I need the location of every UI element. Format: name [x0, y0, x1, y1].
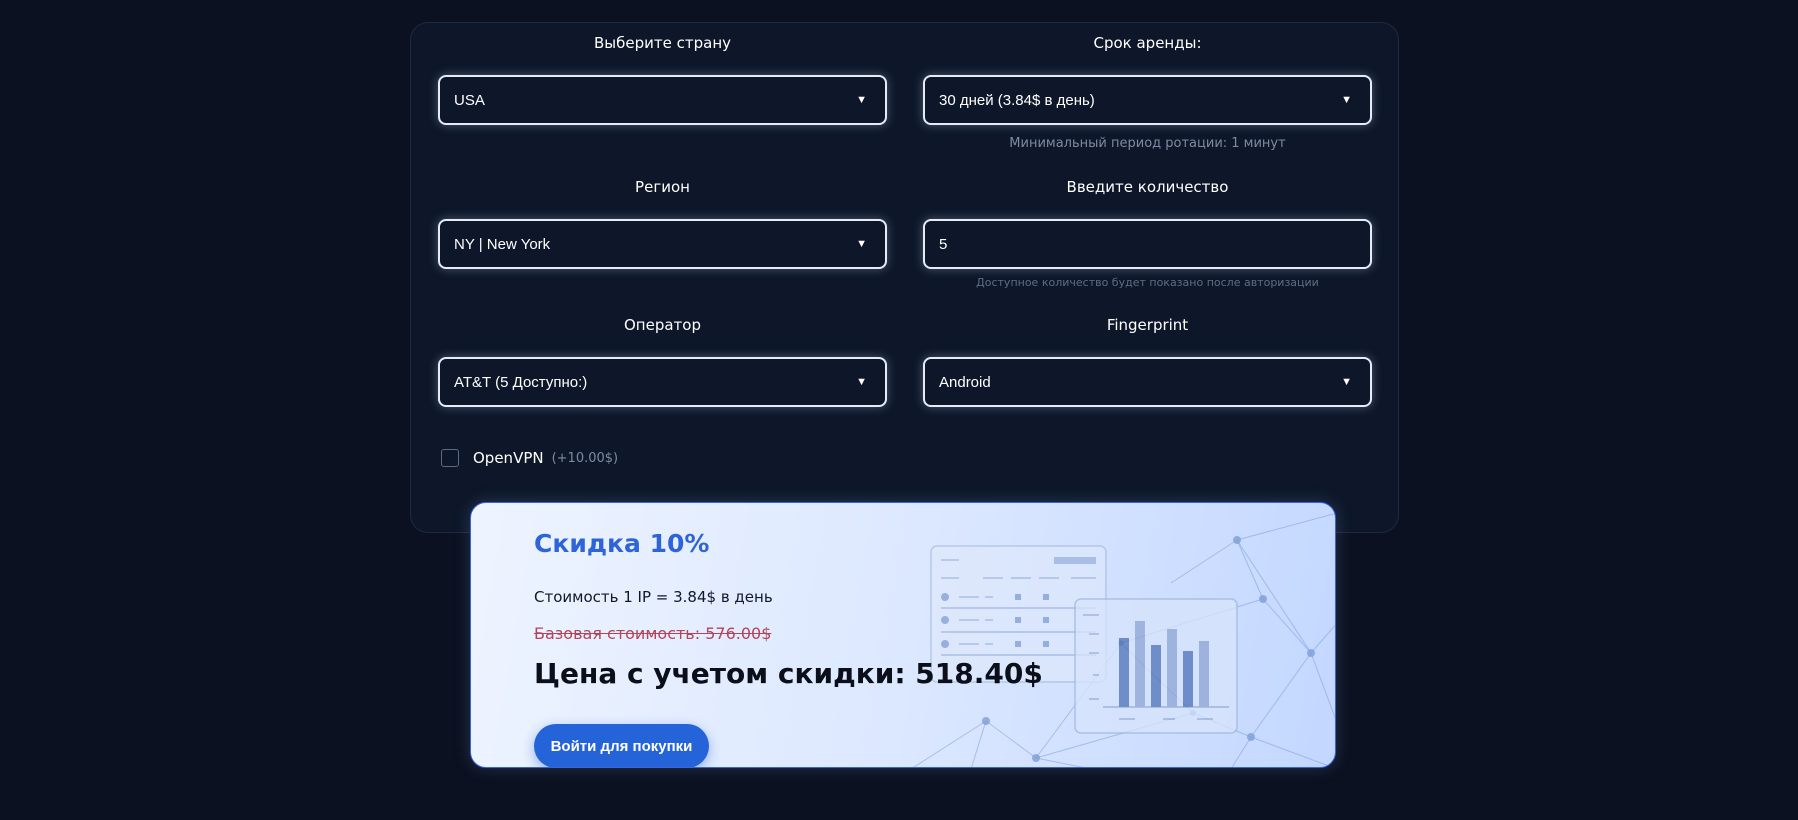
- operator-select[interactable]: AT&T (5 Доступно:) ▼: [438, 357, 887, 407]
- login-to-buy-button[interactable]: Войти для покупки: [534, 724, 709, 767]
- region-select[interactable]: NY | New York ▼: [438, 219, 887, 269]
- quantity-hint: Доступное количество будет показано посл…: [976, 276, 1319, 289]
- term-field: Срок аренды: 30 дней (3.84$ в день) ▼ Ми…: [923, 33, 1372, 151]
- dropdown-arrow-icon: ▼: [1341, 376, 1352, 388]
- term-select[interactable]: 30 дней (3.84$ в день) ▼: [923, 75, 1372, 125]
- discount-title: Скидка 10%: [534, 529, 710, 558]
- quantity-label: Введите количество: [1066, 178, 1229, 196]
- operator-label: Оператор: [624, 316, 701, 334]
- country-label: Выберите страну: [594, 34, 731, 52]
- country-select-value: USA: [454, 91, 485, 109]
- order-form-panel: Выберите страну USA ▼ Срок аренды: 30 дн…: [410, 22, 1399, 533]
- dropdown-arrow-icon: ▼: [856, 376, 867, 388]
- fingerprint-label: Fingerprint: [1106, 316, 1189, 334]
- region-field: Регион NY | New York ▼: [438, 177, 887, 269]
- region-label: Регион: [635, 178, 690, 196]
- fingerprint-select-value: Android: [939, 373, 991, 391]
- country-field: Выберите страну USA ▼: [438, 33, 887, 125]
- rotation-hint: Минимальный период ротации: 1 минут: [1009, 136, 1286, 151]
- final-price-text: Цена с учетом скидки: 518.40$: [534, 657, 1043, 690]
- openvpn-price: (+10.00$): [551, 450, 619, 466]
- dropdown-arrow-icon: ▼: [856, 238, 867, 250]
- openvpn-option: OpenVPN (+10.00$): [441, 449, 618, 467]
- term-select-value: 30 дней (3.84$ в день): [939, 91, 1095, 109]
- term-label: Срок аренды:: [1093, 34, 1202, 52]
- openvpn-checkbox[interactable]: [441, 449, 459, 467]
- fingerprint-select[interactable]: Android ▼: [923, 357, 1372, 407]
- quantity-input-value: 5: [939, 235, 948, 253]
- region-select-value: NY | New York: [454, 235, 551, 253]
- openvpn-label: OpenVPN: [473, 449, 544, 467]
- discount-card: Скидка 10% Стоимость 1 IP = 3.84$ в день…: [470, 502, 1336, 768]
- fingerprint-field: Fingerprint Android ▼: [923, 315, 1372, 407]
- quantity-field: Введите количество 5 Доступное количеств…: [923, 177, 1372, 289]
- country-select[interactable]: USA ▼: [438, 75, 887, 125]
- dropdown-arrow-icon: ▼: [1341, 94, 1352, 106]
- operator-field: Оператор AT&T (5 Доступно:) ▼: [438, 315, 887, 407]
- ip-cost-text: Стоимость 1 IP = 3.84$ в день: [534, 588, 773, 606]
- operator-select-value: AT&T (5 Доступно:): [454, 373, 588, 391]
- dropdown-arrow-icon: ▼: [856, 94, 867, 106]
- base-price-text: Базовая стоимость: 576.00$: [534, 624, 772, 643]
- quantity-input[interactable]: 5: [923, 219, 1372, 269]
